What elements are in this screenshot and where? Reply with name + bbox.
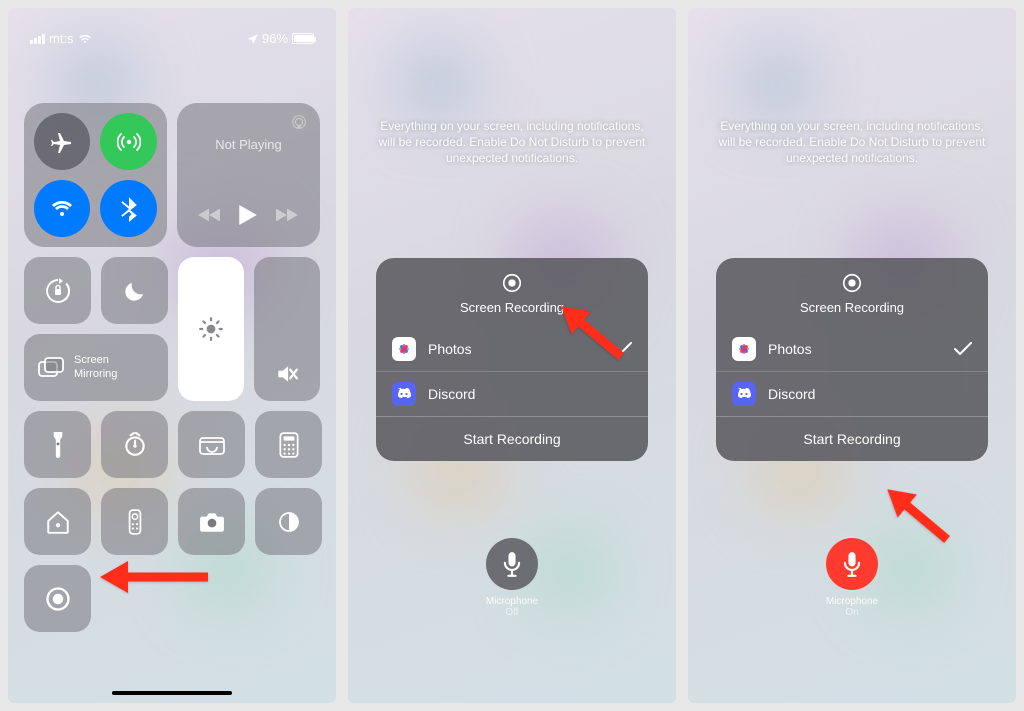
microphone-icon [502,551,522,577]
microphone-toggle[interactable] [826,538,878,590]
brightness-slider[interactable] [178,257,244,401]
mic-state: Off [348,607,676,618]
moon-icon [123,279,147,303]
halfmoon-icon [277,510,301,534]
timer-button[interactable] [101,411,168,478]
flashlight-icon [51,432,65,458]
screen-record-button[interactable] [24,565,91,632]
record-icon [44,585,72,613]
rewind-icon[interactable] [198,208,220,222]
app-name: Discord [768,386,815,402]
do-not-disturb-button[interactable] [101,257,168,324]
mic-state: On [688,607,1016,618]
wifi-button[interactable] [34,180,90,237]
home-indicator [112,691,232,695]
app-name: Discord [428,386,475,402]
wifi-large-icon [50,197,74,221]
app-row-photos[interactable]: Photos [716,327,988,371]
wifi-icon [78,34,92,44]
airplane-icon [50,130,74,154]
start-recording-button[interactable]: Start Recording [716,416,988,461]
brightness-icon [198,316,224,342]
record-icon [841,272,863,294]
calculator-icon [279,432,299,458]
play-icon[interactable] [239,205,257,225]
battery-percent: 96% [262,31,288,46]
media-title: Not Playing [189,137,308,152]
mirror-label1: Screen [74,354,117,367]
volume-slider[interactable] [254,257,320,401]
photos-app-icon [732,337,756,361]
clock-icon [122,432,148,458]
recording-sheet: Screen Recording Photos Discord Start Re… [716,258,988,461]
orientation-lock-icon [45,278,71,304]
calculator-button[interactable] [255,411,322,478]
recording-hint: Everything on your screen, including not… [712,118,992,167]
microphone-icon [842,551,862,577]
remote-button[interactable] [101,488,168,555]
volume-mute-icon [274,361,300,387]
app-name: Photos [768,341,812,357]
recording-hint: Everything on your screen, including not… [372,118,652,167]
orientation-lock-button[interactable] [24,257,91,324]
battery-icon [292,33,314,44]
flashlight-button[interactable] [24,411,91,478]
annotation-arrow [100,559,210,595]
check-icon [954,342,972,356]
wallet-icon [199,435,225,455]
camera-icon [199,511,225,533]
status-bar: mt:s 96% [8,8,336,48]
discord-app-icon [392,382,416,406]
start-recording-button[interactable]: Start Recording [376,416,648,461]
mic-label: Microphone [348,596,676,607]
panel-record-sheet-mic-off: Everything on your screen, including not… [348,8,676,703]
sheet-title: Screen Recording [716,300,988,315]
app-row-discord[interactable]: Discord [376,371,648,416]
mirror-label2: Mirroring [74,368,117,381]
microphone-toggle[interactable] [486,538,538,590]
photos-app-icon [392,337,416,361]
location-icon [248,34,258,44]
home-icon [45,509,71,535]
record-icon [501,272,523,294]
dark-mode-button[interactable] [255,488,322,555]
app-row-discord[interactable]: Discord [716,371,988,416]
carrier-label: mt:s [49,31,74,46]
cellular-button[interactable] [100,113,157,170]
mic-label: Microphone [688,596,1016,607]
panel-record-sheet-mic-on: Everything on your screen, including not… [688,8,1016,703]
forward-icon[interactable] [276,208,298,222]
wallet-button[interactable] [178,411,245,478]
cellular-icon [117,130,141,154]
home-button[interactable] [24,488,91,555]
screen-mirroring-button[interactable]: ScreenMirroring [24,334,168,401]
airplay-icon[interactable] [290,113,308,131]
mirroring-icon [38,357,64,379]
discord-app-icon [732,382,756,406]
sheet-title: Screen Recording [376,300,648,315]
remote-icon [128,509,142,535]
media-group[interactable]: Not Playing [177,103,320,247]
airplane-button[interactable] [34,113,90,170]
signal-icon [30,34,45,44]
connectivity-group[interactable] [24,103,167,247]
bluetooth-icon [119,196,139,222]
bluetooth-button[interactable] [100,180,157,237]
camera-button[interactable] [178,488,245,555]
panel-control-center: mt:s 96% [8,8,336,703]
app-name: Photos [428,341,472,357]
